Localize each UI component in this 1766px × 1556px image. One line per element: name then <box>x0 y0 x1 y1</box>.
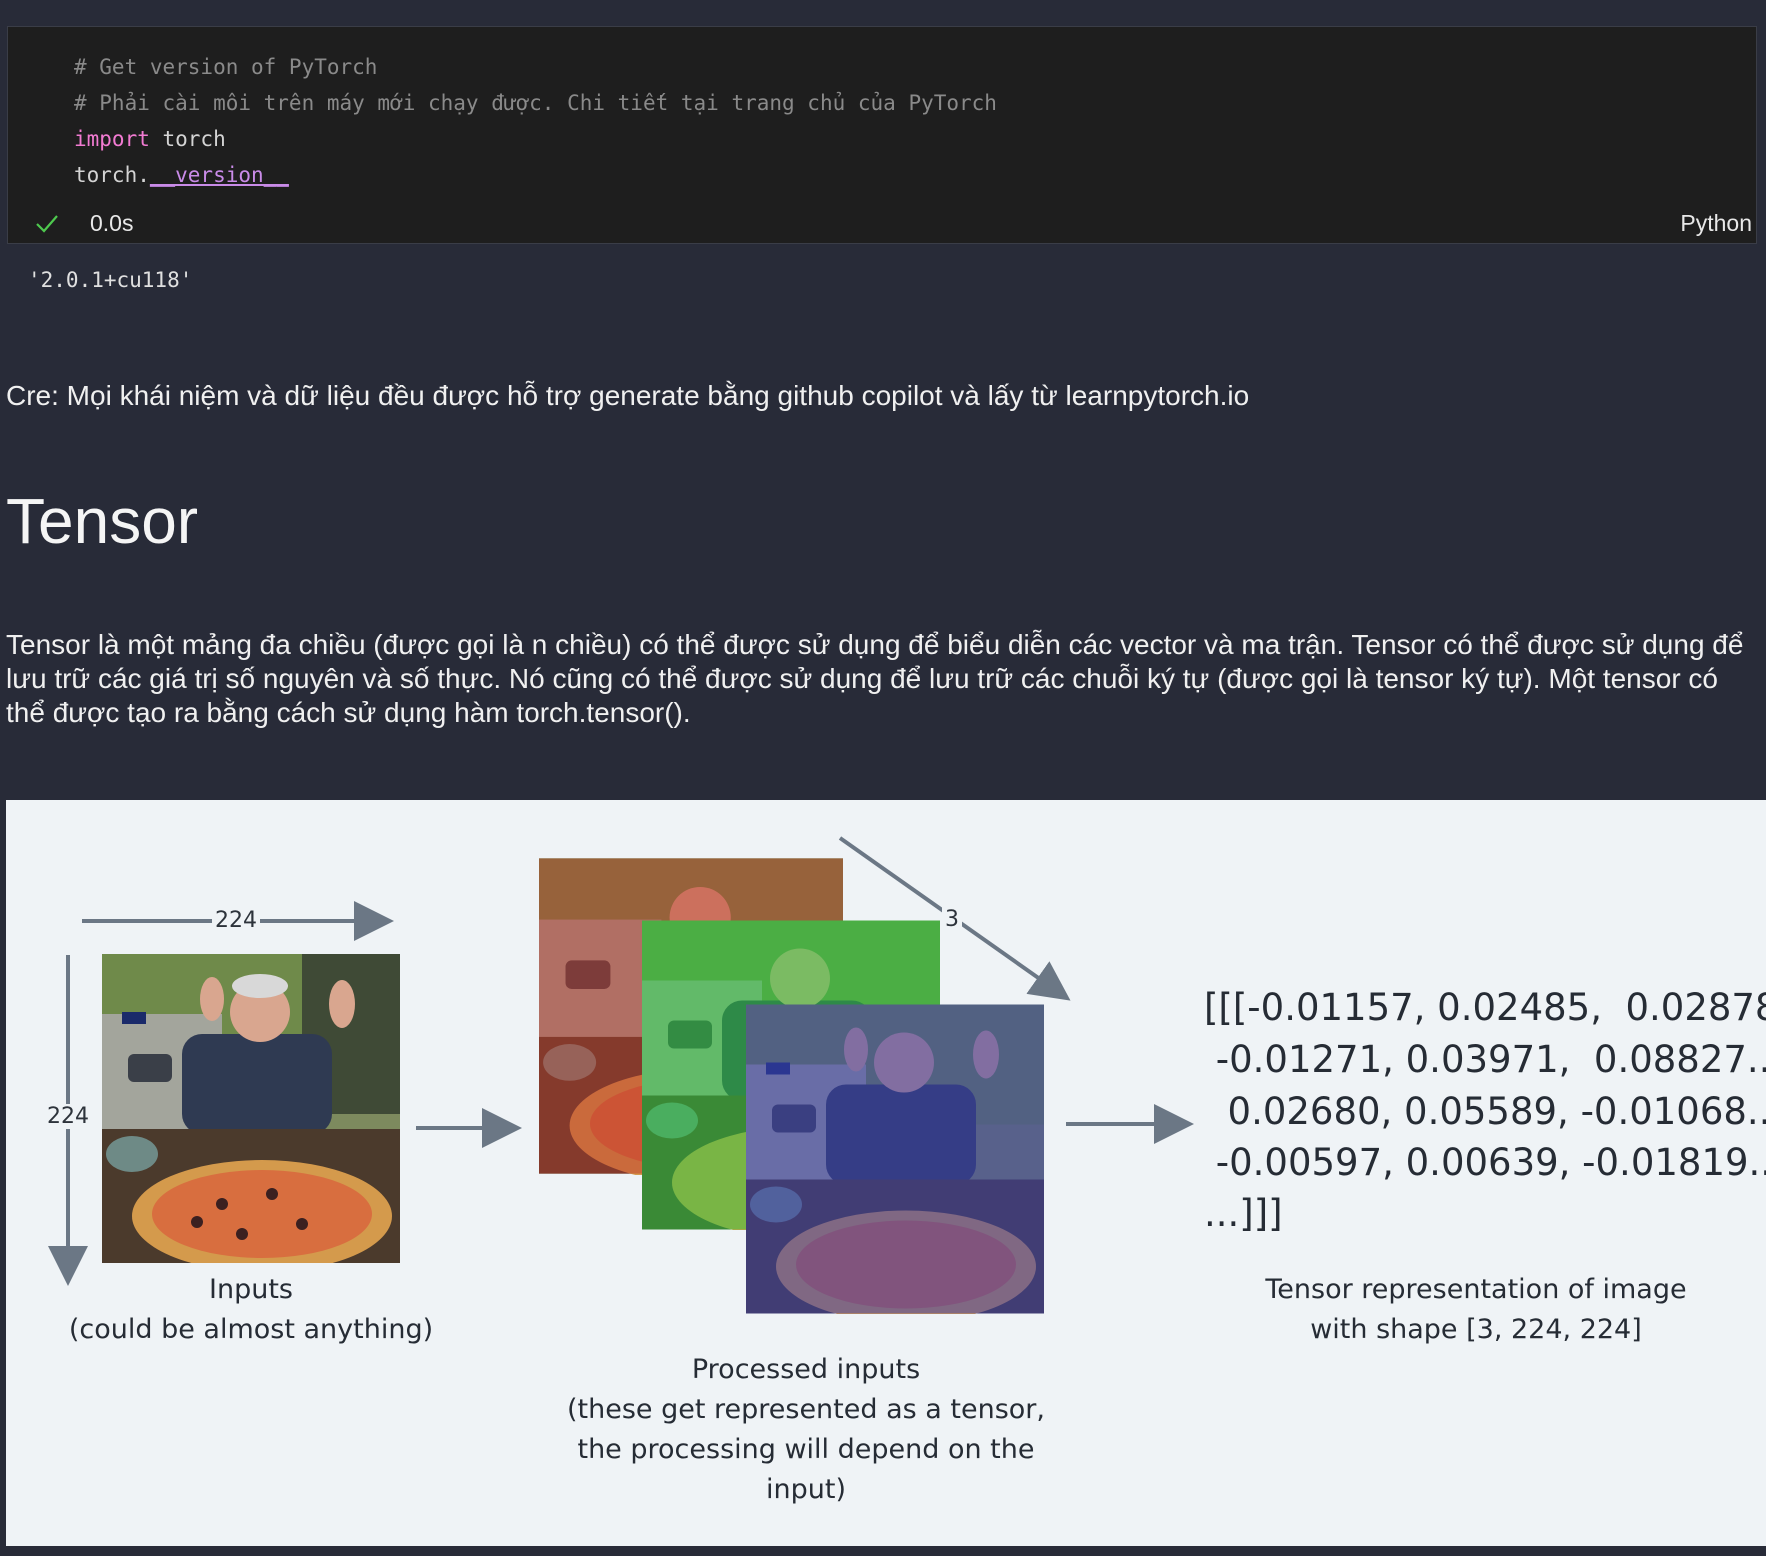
input-image <box>102 954 400 1263</box>
tensor-figure: 224 224 3 Inputs (could be almost anythi… <box>6 800 1766 1546</box>
blue-channel-image <box>746 1004 1044 1314</box>
processed-caption-line: Processed inputs <box>691 1354 921 1385</box>
tensor-value-line: [[[-0.01157, 0.02485, 0.02878... <box>1204 986 1766 1029</box>
code-identifier: torch <box>149 127 226 151</box>
processed-caption-line: (these get represented as a tensor, <box>566 1394 1045 1425</box>
width-label: 224 <box>212 908 260 933</box>
code-comment: # Get version of PyTorch <box>74 55 378 79</box>
inputs-caption-line: Inputs <box>209 1274 293 1305</box>
inputs-caption: Inputs (could be almost anything) <box>46 1270 456 1350</box>
page-title: Tensor <box>6 485 199 557</box>
language-selector[interactable]: Python <box>1680 210 1752 237</box>
tensor-caption-line: with shape [3, 224, 224] <box>1310 1314 1642 1345</box>
tensor-caption-line: Tensor representation of image <box>1265 1274 1687 1305</box>
code-line-1: # Get version of PyTorch <box>74 55 377 79</box>
execution-time: 0.0s <box>90 210 134 236</box>
processed-caption: Processed inputs (these get represented … <box>536 1350 1076 1510</box>
inputs-caption-line: (could be almost anything) <box>68 1314 434 1345</box>
processed-caption-line: input) <box>766 1474 846 1505</box>
code-cell[interactable]: # Get version of PyTorch # Phải cài môi … <box>7 26 1757 244</box>
code-line-4: torch.__version__ <box>74 163 289 187</box>
tensor-caption: Tensor representation of image with shap… <box>1236 1270 1716 1350</box>
cell-output: '2.0.1+cu118' <box>28 268 193 292</box>
code-line-3: import torch <box>74 127 226 151</box>
code-attribute: __version__ <box>149 163 289 187</box>
tensor-value-line: -0.00597, 0.00639, -0.01819... <box>1204 1141 1766 1184</box>
code-identifier: torch. <box>74 163 150 187</box>
code-keyword: import <box>74 127 150 151</box>
check-icon <box>36 215 58 233</box>
height-label: 224 <box>44 1104 92 1129</box>
tensor-value-line: -0.01271, 0.03971, 0.08827... <box>1204 1038 1766 1081</box>
credit-text: Cre: Mọi khái niệm và dữ liệu đều được h… <box>6 380 1250 411</box>
code-comment: # Phải cài môi trên máy mới chạy được. C… <box>74 91 997 115</box>
code-line-2: # Phải cài môi trên máy mới chạy được. C… <box>74 91 997 115</box>
tensor-value-line: ...]]] <box>1204 1192 1283 1235</box>
tensor-paragraph: Tensor là một mảng đa chiều (được gọi là… <box>6 629 1744 728</box>
tensor-value-line: 0.02680, 0.05589, -0.01068... <box>1204 1090 1766 1133</box>
channels-label: 3 <box>942 907 962 932</box>
processed-caption-line: the processing will depend on the <box>577 1434 1035 1465</box>
code-editor[interactable]: # Get version of PyTorch # Phải cài môi … <box>74 49 997 193</box>
